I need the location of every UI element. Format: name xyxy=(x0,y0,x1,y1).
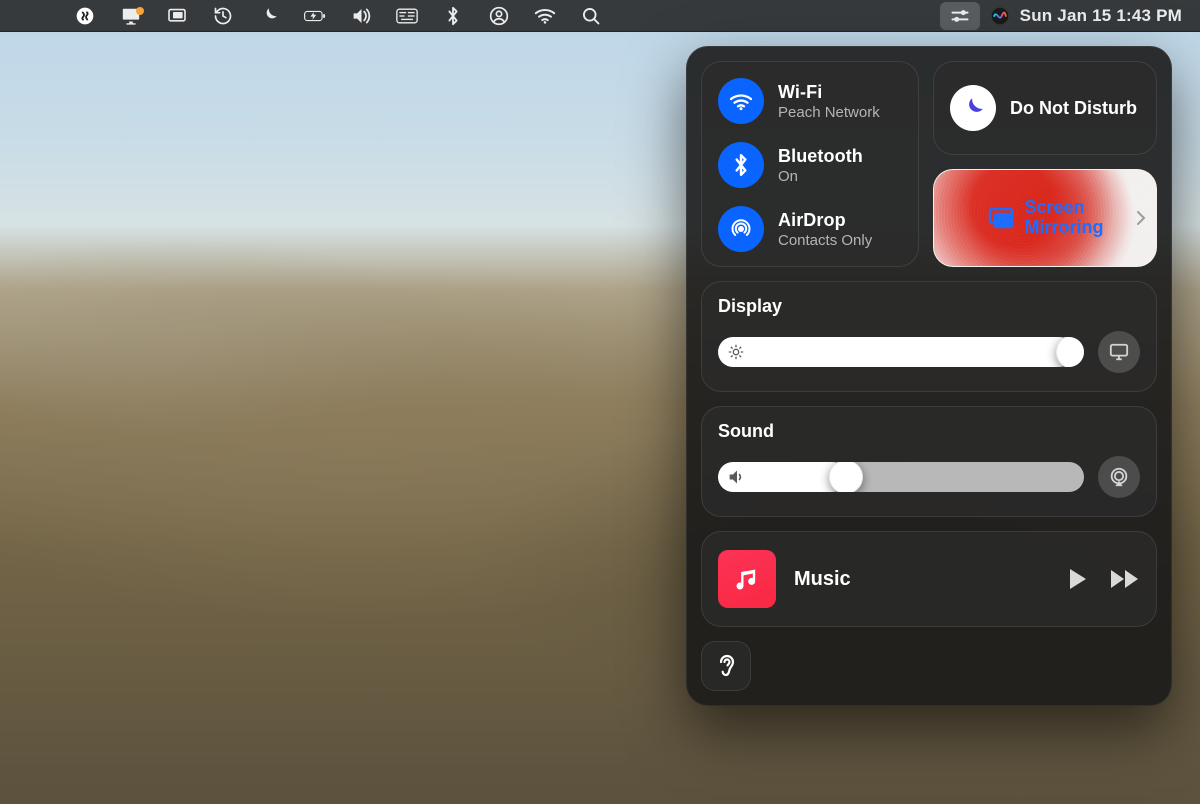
wifi-icon[interactable] xyxy=(534,5,556,27)
airplay-audio-button[interactable] xyxy=(1098,456,1140,498)
shazam-icon[interactable] xyxy=(74,5,96,27)
now-playing-card[interactable]: Music xyxy=(701,531,1157,627)
wifi-icon xyxy=(718,78,764,124)
screen-mirroring-icon xyxy=(987,204,1015,232)
media-title: Music xyxy=(794,568,851,591)
wifi-title: Wi-Fi xyxy=(778,82,880,103)
control-center-panel: Wi-Fi Peach Network Bluetooth On AirDr xyxy=(686,46,1172,706)
airdrop-subtitle: Contacts Only xyxy=(778,232,872,249)
volume-slider[interactable] xyxy=(718,462,1084,492)
dnd-toggle[interactable]: Do Not Disturb xyxy=(933,61,1157,155)
sound-title: Sound xyxy=(718,421,1140,442)
airdrop-toggle[interactable]: AirDrop Contacts Only xyxy=(718,206,902,252)
wifi-subtitle: Peach Network xyxy=(778,104,880,121)
menu-bar: Sun Jan 15 1:43 PM xyxy=(0,0,1200,32)
moon-icon xyxy=(950,85,996,131)
brightness-slider[interactable] xyxy=(718,337,1084,367)
keyboard-input-icon[interactable] xyxy=(396,5,418,27)
bluetooth-icon xyxy=(718,142,764,188)
time-machine-icon[interactable] xyxy=(212,5,234,27)
bluetooth-toggle[interactable]: Bluetooth On xyxy=(718,142,902,188)
spotlight-icon[interactable] xyxy=(580,5,602,27)
display-card: Display xyxy=(701,281,1157,392)
menubar-status-icons xyxy=(74,5,602,27)
hearing-button[interactable] xyxy=(701,641,751,691)
screen-mirroring-label: ScreenMirroring xyxy=(1025,198,1104,238)
volume-low-icon xyxy=(728,469,746,485)
display-settings-button[interactable] xyxy=(1098,331,1140,373)
display-title: Display xyxy=(718,296,1140,317)
chevron-right-icon xyxy=(1136,210,1146,226)
moon-icon[interactable] xyxy=(258,5,280,27)
control-center-menu-icon[interactable] xyxy=(940,2,980,30)
bluetooth-title: Bluetooth xyxy=(778,146,863,167)
music-app-icon xyxy=(718,550,776,608)
play-button[interactable] xyxy=(1068,568,1088,590)
bluetooth-icon[interactable] xyxy=(442,5,464,27)
notification-dot-icon xyxy=(136,7,144,15)
layout-icon[interactable] xyxy=(166,5,188,27)
brightness-icon xyxy=(728,344,744,360)
airdrop-icon xyxy=(718,206,764,252)
display-menu-icon[interactable] xyxy=(120,5,142,27)
screen-mirroring-button[interactable]: ScreenMirroring xyxy=(933,169,1157,267)
user-icon[interactable] xyxy=(488,5,510,27)
connectivity-card: Wi-Fi Peach Network Bluetooth On AirDr xyxy=(701,61,919,267)
wifi-toggle[interactable]: Wi-Fi Peach Network xyxy=(718,78,902,124)
bluetooth-subtitle: On xyxy=(778,168,863,185)
menubar-datetime[interactable]: Sun Jan 15 1:43 PM xyxy=(1020,6,1190,26)
fast-forward-button[interactable] xyxy=(1110,569,1140,589)
siri-icon[interactable] xyxy=(990,6,1010,26)
airdrop-title: AirDrop xyxy=(778,210,872,231)
sound-card: Sound xyxy=(701,406,1157,517)
battery-icon[interactable] xyxy=(304,5,326,27)
dnd-label: Do Not Disturb xyxy=(1010,98,1137,119)
volume-icon[interactable] xyxy=(350,5,372,27)
